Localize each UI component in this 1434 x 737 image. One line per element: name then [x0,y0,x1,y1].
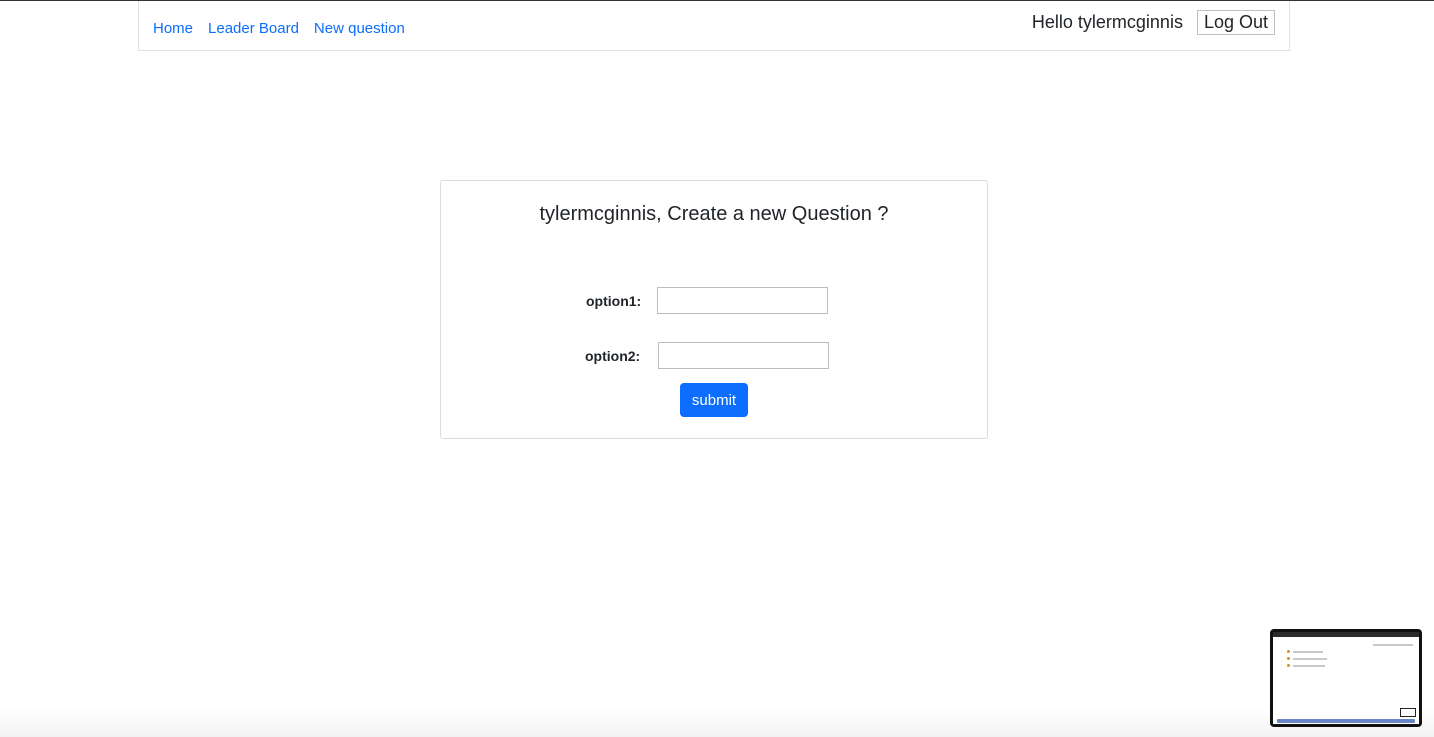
option2-input[interactable] [658,342,829,369]
top-navbar: Home Leader Board New question Hello tyl… [138,1,1290,51]
thumbnail-line [1293,658,1327,660]
thumbnail-line [1293,651,1323,653]
nav-links: Home Leader Board New question [153,20,405,37]
option1-label: option1: [586,293,642,309]
bottom-shade [0,707,1434,737]
user-greeting: Hello tylermcginnis [1031,12,1183,32]
nav-link-leader-board[interactable]: Leader Board [208,20,299,37]
card-title: tylermcginnis, Create a new Question ? [539,203,889,225]
new-question-card: tylermcginnis, Create a new Question ? o… [440,180,988,439]
thumbnail-frame-icon [1400,708,1416,717]
option2-label: option2: [585,348,641,364]
logout-button[interactable]: Log Out [1196,10,1275,35]
thumbnail-menubar [1273,632,1419,637]
thumbnail-line [1373,644,1413,646]
screenshot-thumbnail[interactable] [1270,629,1422,727]
thumbnail-avatar-icon [1287,657,1290,660]
option1-input[interactable] [657,287,828,314]
nav-link-home[interactable]: Home [153,20,193,37]
thumbnail-line [1293,665,1325,667]
nav-link-new-question[interactable]: New question [314,20,405,37]
thumbnail-avatar-icon [1287,664,1290,667]
nav-user-area: Hello tylermcginnis Log Out [1032,10,1275,35]
thumbnail-avatar-icon [1287,650,1290,653]
thumbnail-preview [1273,632,1419,724]
thumbnail-dock [1277,719,1415,723]
submit-button[interactable]: submit [680,383,748,417]
